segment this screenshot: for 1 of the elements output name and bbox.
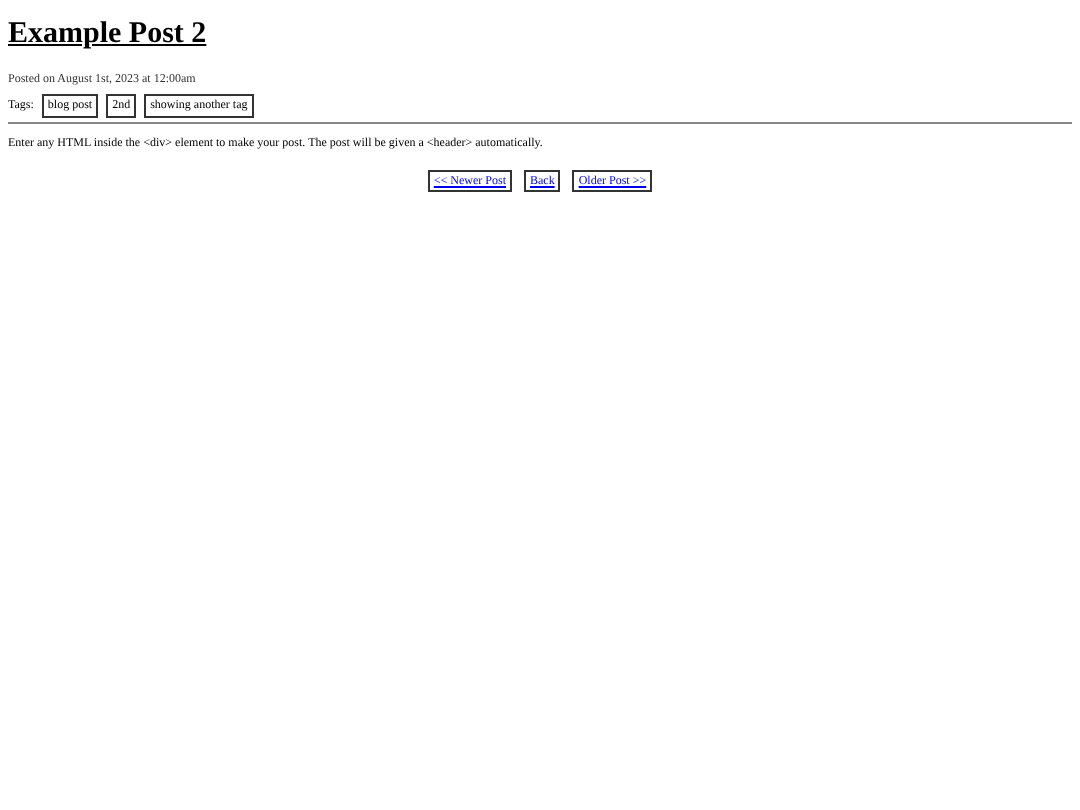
- post-title: Example Post 2: [8, 16, 209, 52]
